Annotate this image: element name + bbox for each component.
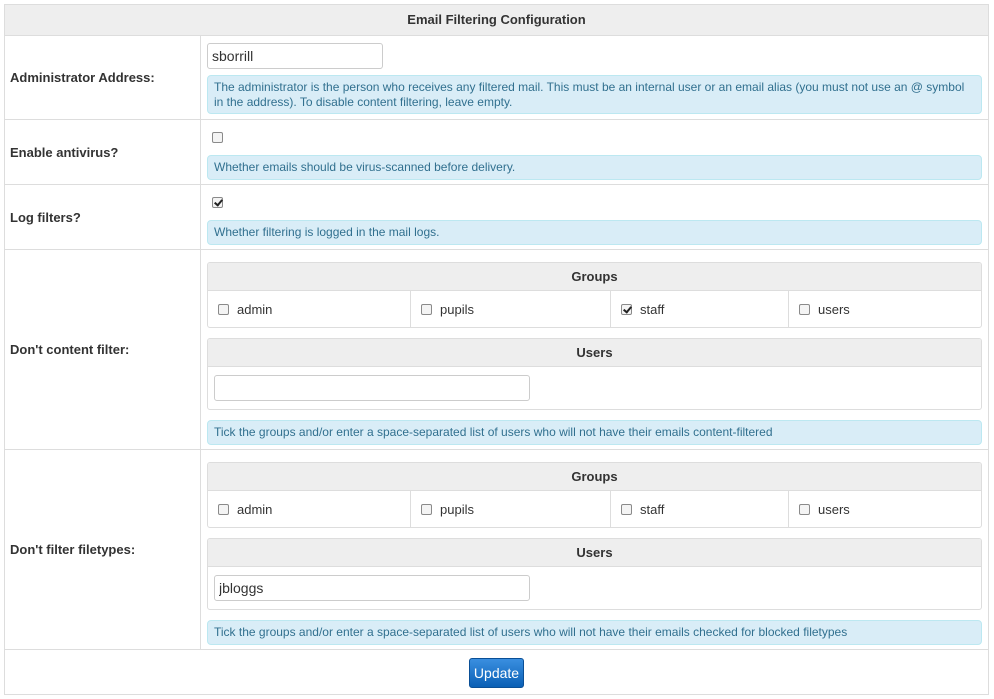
group-option-staff[interactable]: staff xyxy=(611,491,789,527)
dont-content-filter-label: Don't content filter: xyxy=(5,250,201,449)
group-option-users[interactable]: users xyxy=(789,291,981,327)
enable-antivirus-label: Enable antivirus? xyxy=(5,120,201,184)
group-checkbox-users[interactable] xyxy=(799,304,810,315)
group-label: admin xyxy=(237,502,273,517)
log-filters-checkbox[interactable] xyxy=(212,197,223,208)
groups-header: Groups xyxy=(208,263,981,291)
panel-title: Email Filtering Configuration xyxy=(5,5,988,36)
form-footer: Update xyxy=(5,650,988,695)
enable-antivirus-help: Whether emails should be virus-scanned b… xyxy=(207,155,982,180)
email-filtering-panel: Email Filtering Configuration Administra… xyxy=(4,4,989,695)
row-log-filters: Log filters? Whether filtering is logged… xyxy=(5,185,988,250)
row-admin-address: Administrator Address: The administrator… xyxy=(5,36,988,120)
group-checkbox-users[interactable] xyxy=(799,504,810,515)
content-filter-groups-panel: Groups admin pupils staff users xyxy=(207,262,982,328)
group-label: staff xyxy=(640,502,665,517)
content-filter-users-panel: Users xyxy=(207,338,982,410)
group-label: staff xyxy=(640,302,665,317)
update-button[interactable]: Update xyxy=(469,657,524,688)
log-filters-label: Log filters? xyxy=(5,185,201,249)
group-option-admin[interactable]: admin xyxy=(208,291,411,327)
row-dont-content-filter: Don't content filter: Groups admin pupils… xyxy=(5,250,988,450)
log-filters-help: Whether filtering is logged in the mail … xyxy=(207,220,982,245)
group-option-pupils[interactable]: pupils xyxy=(411,291,611,327)
admin-address-help: The administrator is the person who rece… xyxy=(207,75,982,114)
group-checkbox-admin[interactable] xyxy=(218,504,229,515)
row-dont-filter-filetypes: Don't filter filetypes: Groups admin pupi… xyxy=(5,450,988,650)
group-option-users[interactable]: users xyxy=(789,491,981,527)
group-checkbox-staff[interactable] xyxy=(621,504,632,515)
enable-antivirus-checkbox[interactable] xyxy=(212,132,223,143)
group-checkbox-pupils[interactable] xyxy=(421,504,432,515)
group-checkbox-staff[interactable] xyxy=(621,304,632,315)
group-label: users xyxy=(818,502,850,517)
row-enable-antivirus: Enable antivirus? Whether emails should … xyxy=(5,120,988,185)
group-option-admin[interactable]: admin xyxy=(208,491,411,527)
filetype-filter-users-input[interactable] xyxy=(214,575,530,601)
filetype-filter-help: Tick the groups and/or enter a space-sep… xyxy=(207,620,982,645)
admin-address-input[interactable] xyxy=(207,43,383,69)
filetype-filter-users-panel: Users xyxy=(207,538,982,610)
users-header: Users xyxy=(208,339,981,367)
group-label: users xyxy=(818,302,850,317)
group-option-pupils[interactable]: pupils xyxy=(411,491,611,527)
admin-address-label: Administrator Address: xyxy=(5,36,201,119)
content-filter-users-input[interactable] xyxy=(214,375,530,401)
group-checkbox-admin[interactable] xyxy=(218,304,229,315)
filetype-filter-groups-panel: Groups admin pupils staff users xyxy=(207,462,982,528)
groups-row: admin pupils staff users xyxy=(208,291,981,327)
groups-row: admin pupils staff users xyxy=(208,491,981,527)
content-filter-help: Tick the groups and/or enter a space-sep… xyxy=(207,420,982,445)
group-label: pupils xyxy=(440,502,474,517)
group-label: pupils xyxy=(440,302,474,317)
groups-header: Groups xyxy=(208,463,981,491)
dont-filter-filetypes-label: Don't filter filetypes: xyxy=(5,450,201,649)
group-option-staff[interactable]: staff xyxy=(611,291,789,327)
group-label: admin xyxy=(237,302,273,317)
users-header: Users xyxy=(208,539,981,567)
group-checkbox-pupils[interactable] xyxy=(421,304,432,315)
